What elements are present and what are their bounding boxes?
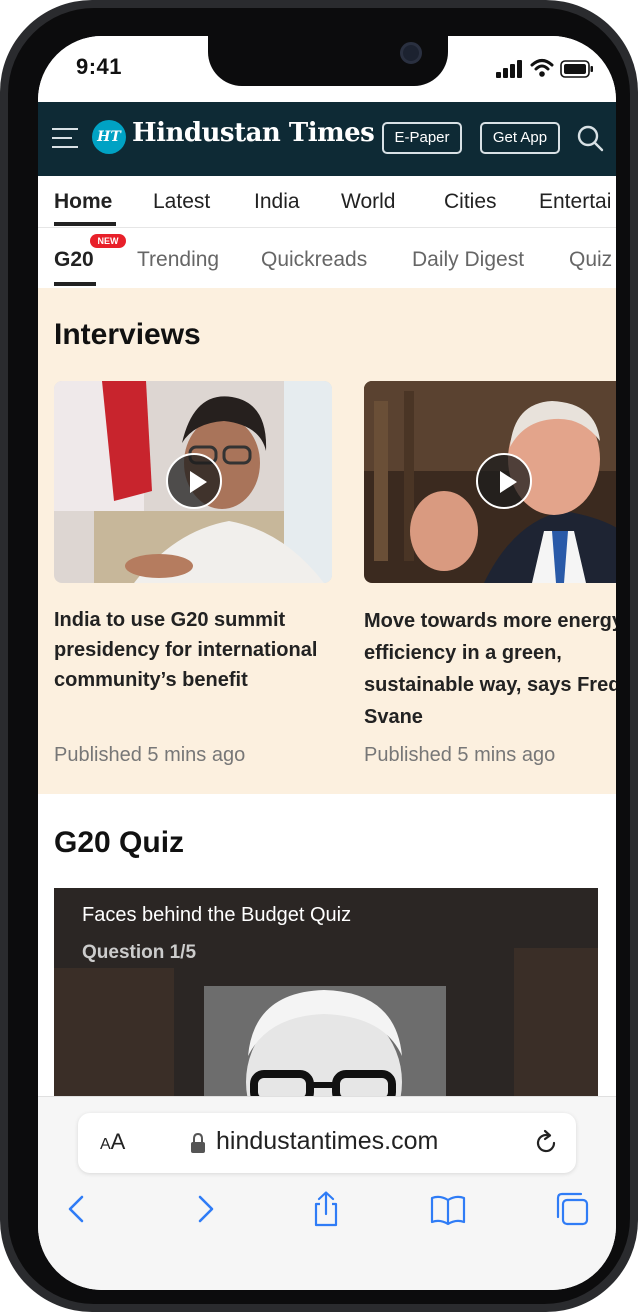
- site-logo[interactable]: Hindustan Times: [132, 118, 375, 148]
- nav-item-india[interactable]: India: [254, 190, 300, 214]
- video-thumbnail[interactable]: [364, 381, 616, 583]
- interviews-section: Interviews India to use G20 summit presi…: [38, 288, 616, 794]
- wifi-icon: [530, 59, 554, 77]
- interview-card[interactable]: India to use G20 summit presidency for i…: [54, 381, 332, 695]
- screen: 9:41 HT Hindustan Times E-Paper Get App …: [38, 36, 616, 1290]
- nav-item-home[interactable]: Home: [54, 190, 112, 214]
- nav-item-entertainment[interactable]: Entertai: [539, 190, 611, 214]
- quiz-portrait-image: [204, 986, 446, 1102]
- ht-logo-badge[interactable]: HT: [92, 120, 126, 154]
- published-time: Published 5 mins ago: [54, 744, 246, 766]
- quiz-question-counter: Question 1/5: [82, 942, 197, 963]
- epaper-button[interactable]: E-Paper: [382, 122, 462, 154]
- primary-nav: Home Latest India World Cities Entertai: [38, 176, 616, 228]
- text-size-button[interactable]: AA: [100, 1129, 125, 1155]
- get-app-button[interactable]: Get App: [480, 122, 560, 154]
- new-badge: NEW: [90, 234, 126, 248]
- hamburger-menu-icon[interactable]: [52, 128, 78, 150]
- url-text[interactable]: hindustantimes.com: [216, 1127, 438, 1156]
- subnav-item-daily-digest[interactable]: Daily Digest: [412, 248, 524, 272]
- cellular-signal-icon: [496, 60, 522, 78]
- nav-item-cities[interactable]: Cities: [444, 190, 497, 214]
- section-title: Interviews: [54, 318, 201, 351]
- play-icon[interactable]: [476, 453, 532, 509]
- active-tab-indicator: [54, 222, 116, 226]
- phone-frame: 9:41 HT Hindustan Times E-Paper Get App …: [0, 0, 638, 1312]
- subnav-item-quiz[interactable]: Quiz: [569, 248, 612, 272]
- quiz-card-title: Faces behind the Budget Quiz: [82, 904, 352, 926]
- phone-bezel: 9:41 HT Hindustan Times E-Paper Get App …: [8, 8, 630, 1304]
- subnav-item-g20[interactable]: G20: [54, 248, 94, 272]
- section-title: G20 Quiz: [54, 826, 185, 859]
- share-icon[interactable]: [308, 1191, 344, 1227]
- notch: [208, 36, 448, 86]
- forward-icon[interactable]: [186, 1191, 222, 1227]
- camera: [400, 42, 422, 64]
- bookmarks-icon[interactable]: [430, 1191, 466, 1227]
- battery-icon: [560, 60, 593, 78]
- secondary-nav: G20 NEW Trending Quickreads Daily Digest…: [38, 228, 616, 288]
- address-bar[interactable]: AA hindustantimes.com: [78, 1113, 576, 1173]
- status-time: 9:41: [76, 54, 123, 79]
- video-thumbnail[interactable]: [54, 381, 332, 583]
- nav-item-latest[interactable]: Latest: [153, 190, 210, 214]
- browser-toolbar: AA hindustantimes.com: [38, 1096, 616, 1290]
- search-icon[interactable]: [576, 124, 604, 152]
- active-subtab-indicator: [54, 282, 96, 286]
- quiz-card[interactable]: Faces behind the Budget Quiz Question 1/…: [54, 888, 598, 1102]
- lock-icon: [191, 1133, 205, 1153]
- play-icon[interactable]: [166, 453, 222, 509]
- published-time: Published 5 mins ago: [364, 744, 556, 766]
- back-icon[interactable]: [60, 1191, 96, 1227]
- card-headline[interactable]: India to use G20 summit presidency for i…: [54, 605, 332, 695]
- subnav-item-quickreads[interactable]: Quickreads: [261, 248, 367, 272]
- card-headline[interactable]: Move towards more energy efficiency in a…: [364, 605, 616, 733]
- status-bar: 9:41: [38, 36, 616, 102]
- tabs-icon[interactable]: [554, 1191, 590, 1227]
- interview-card[interactable]: Move towards more energy efficiency in a…: [364, 381, 616, 733]
- subnav-item-trending[interactable]: Trending: [137, 248, 219, 272]
- nav-item-world[interactable]: World: [341, 190, 395, 214]
- reload-icon[interactable]: [532, 1129, 560, 1157]
- site-header: HT Hindustan Times E-Paper Get App: [38, 102, 616, 176]
